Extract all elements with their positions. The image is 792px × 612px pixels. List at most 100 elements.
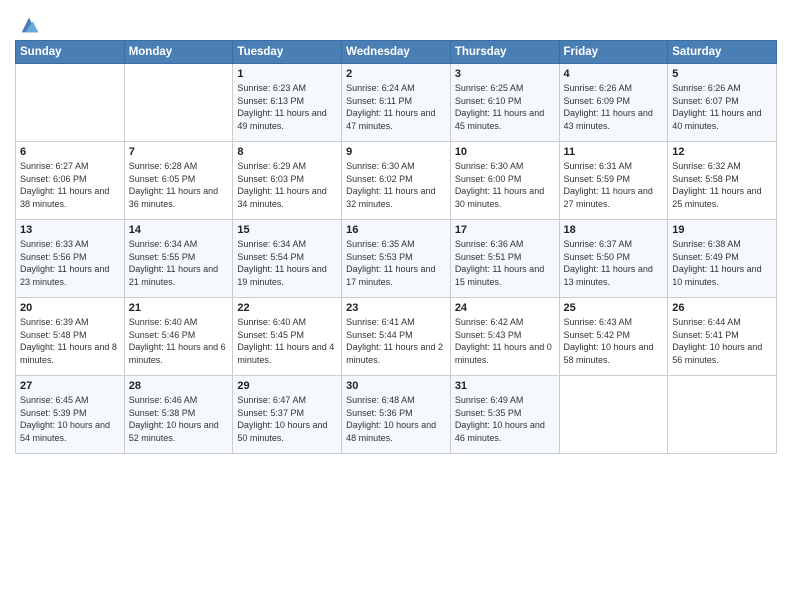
- day-info: Sunrise: 6:33 AMSunset: 5:56 PMDaylight:…: [20, 238, 120, 288]
- day-number: 17: [455, 224, 555, 236]
- day-number: 18: [564, 224, 664, 236]
- day-number: 29: [237, 380, 337, 392]
- header-tuesday: Tuesday: [233, 41, 342, 64]
- day-info: Sunrise: 6:31 AMSunset: 5:59 PMDaylight:…: [564, 160, 664, 210]
- day-number: 27: [20, 380, 120, 392]
- calendar-cell: 16 Sunrise: 6:35 AMSunset: 5:53 PMDayligh…: [342, 220, 451, 298]
- day-number: 1: [237, 68, 337, 80]
- header-wednesday: Wednesday: [342, 41, 451, 64]
- calendar-cell: [559, 376, 668, 454]
- day-info: Sunrise: 6:38 AMSunset: 5:49 PMDaylight:…: [672, 238, 772, 288]
- day-number: 13: [20, 224, 120, 236]
- logo-icon: [18, 14, 40, 36]
- day-info: Sunrise: 6:30 AMSunset: 6:00 PMDaylight:…: [455, 160, 555, 210]
- calendar-cell: 20 Sunrise: 6:39 AMSunset: 5:48 PMDayligh…: [16, 298, 125, 376]
- calendar-cell: 30 Sunrise: 6:48 AMSunset: 5:36 PMDayligh…: [342, 376, 451, 454]
- calendar-cell: 10 Sunrise: 6:30 AMSunset: 6:00 PMDayligh…: [450, 142, 559, 220]
- day-info: Sunrise: 6:49 AMSunset: 5:35 PMDaylight:…: [455, 394, 555, 444]
- day-info: Sunrise: 6:46 AMSunset: 5:38 PMDaylight:…: [129, 394, 229, 444]
- day-number: 10: [455, 146, 555, 158]
- calendar-cell: 1 Sunrise: 6:23 AMSunset: 6:13 PMDaylight…: [233, 64, 342, 142]
- day-info: Sunrise: 6:35 AMSunset: 5:53 PMDaylight:…: [346, 238, 446, 288]
- day-number: 23: [346, 302, 446, 314]
- calendar-cell: 9 Sunrise: 6:30 AMSunset: 6:02 PMDaylight…: [342, 142, 451, 220]
- day-number: 16: [346, 224, 446, 236]
- calendar-cell: 29 Sunrise: 6:47 AMSunset: 5:37 PMDayligh…: [233, 376, 342, 454]
- day-number: 3: [455, 68, 555, 80]
- calendar-cell: 8 Sunrise: 6:29 AMSunset: 6:03 PMDaylight…: [233, 142, 342, 220]
- calendar-cell: 11 Sunrise: 6:31 AMSunset: 5:59 PMDayligh…: [559, 142, 668, 220]
- day-number: 31: [455, 380, 555, 392]
- calendar-cell: 27 Sunrise: 6:45 AMSunset: 5:39 PMDayligh…: [16, 376, 125, 454]
- day-number: 4: [564, 68, 664, 80]
- day-number: 30: [346, 380, 446, 392]
- day-info: Sunrise: 6:43 AMSunset: 5:42 PMDaylight:…: [564, 316, 664, 366]
- calendar-cell: 18Sunrise: 6:37 AMSunset: 5:50 PMDayligh…: [559, 220, 668, 298]
- day-number: 12: [672, 146, 772, 158]
- day-info: Sunrise: 6:40 AMSunset: 5:45 PMDaylight:…: [237, 316, 337, 366]
- day-info: Sunrise: 6:47 AMSunset: 5:37 PMDaylight:…: [237, 394, 337, 444]
- week-row-4: 20 Sunrise: 6:39 AMSunset: 5:48 PMDayligh…: [16, 298, 777, 376]
- day-number: 11: [564, 146, 664, 158]
- week-row-3: 13 Sunrise: 6:33 AMSunset: 5:56 PMDayligh…: [16, 220, 777, 298]
- calendar-cell: 15 Sunrise: 6:34 AMSunset: 5:54 PMDayligh…: [233, 220, 342, 298]
- day-info: Sunrise: 6:44 AMSunset: 5:41 PMDaylight:…: [672, 316, 772, 366]
- day-info: Sunrise: 6:36 AMSunset: 5:51 PMDaylight:…: [455, 238, 555, 288]
- header-sunday: Sunday: [16, 41, 125, 64]
- day-number: 5: [672, 68, 772, 80]
- calendar-cell: 3 Sunrise: 6:25 AMSunset: 6:10 PMDaylight…: [450, 64, 559, 142]
- day-info: Sunrise: 6:23 AMSunset: 6:13 PMDaylight:…: [237, 82, 337, 132]
- calendar-cell: 23 Sunrise: 6:41 AMSunset: 5:44 PMDayligh…: [342, 298, 451, 376]
- calendar-cell: 25 Sunrise: 6:43 AMSunset: 5:42 PMDayligh…: [559, 298, 668, 376]
- day-info: Sunrise: 6:28 AMSunset: 6:05 PMDaylight:…: [129, 160, 229, 210]
- day-info: Sunrise: 6:27 AMSunset: 6:06 PMDaylight:…: [20, 160, 120, 210]
- day-number: 26: [672, 302, 772, 314]
- calendar-cell: 2 Sunrise: 6:24 AMSunset: 6:11 PMDaylight…: [342, 64, 451, 142]
- day-info: Sunrise: 6:45 AMSunset: 5:39 PMDaylight:…: [20, 394, 120, 444]
- day-number: 25: [564, 302, 664, 314]
- day-number: 21: [129, 302, 229, 314]
- calendar-cell: 22 Sunrise: 6:40 AMSunset: 5:45 PMDayligh…: [233, 298, 342, 376]
- calendar-cell: 28 Sunrise: 6:46 AMSunset: 5:38 PMDayligh…: [124, 376, 233, 454]
- day-info: Sunrise: 6:24 AMSunset: 6:11 PMDaylight:…: [346, 82, 446, 132]
- day-number: 2: [346, 68, 446, 80]
- day-number: 28: [129, 380, 229, 392]
- calendar-cell: 4 Sunrise: 6:26 AMSunset: 6:09 PMDaylight…: [559, 64, 668, 142]
- day-info: Sunrise: 6:34 AMSunset: 5:54 PMDaylight:…: [237, 238, 337, 288]
- day-number: 19: [672, 224, 772, 236]
- day-info: Sunrise: 6:29 AMSunset: 6:03 PMDaylight:…: [237, 160, 337, 210]
- day-number: 6: [20, 146, 120, 158]
- week-row-5: 27 Sunrise: 6:45 AMSunset: 5:39 PMDayligh…: [16, 376, 777, 454]
- day-number: 24: [455, 302, 555, 314]
- calendar-cell: [16, 64, 125, 142]
- header-monday: Monday: [124, 41, 233, 64]
- day-number: 7: [129, 146, 229, 158]
- day-number: 9: [346, 146, 446, 158]
- header-friday: Friday: [559, 41, 668, 64]
- day-info: Sunrise: 6:25 AMSunset: 6:10 PMDaylight:…: [455, 82, 555, 132]
- calendar-table: SundayMondayTuesdayWednesdayThursdayFrid…: [15, 40, 777, 454]
- calendar-cell: 12 Sunrise: 6:32 AMSunset: 5:58 PMDayligh…: [668, 142, 777, 220]
- calendar-cell: 13 Sunrise: 6:33 AMSunset: 5:56 PMDayligh…: [16, 220, 125, 298]
- day-info: Sunrise: 6:34 AMSunset: 5:55 PMDaylight:…: [129, 238, 229, 288]
- calendar-cell: 17 Sunrise: 6:36 AMSunset: 5:51 PMDayligh…: [450, 220, 559, 298]
- day-info: Sunrise: 6:48 AMSunset: 5:36 PMDaylight:…: [346, 394, 446, 444]
- header-saturday: Saturday: [668, 41, 777, 64]
- day-number: 15: [237, 224, 337, 236]
- day-info: Sunrise: 6:41 AMSunset: 5:44 PMDaylight:…: [346, 316, 446, 366]
- day-number: 20: [20, 302, 120, 314]
- logo: [15, 14, 40, 36]
- calendar-cell: 5Sunrise: 6:26 AMSunset: 6:07 PMDaylight…: [668, 64, 777, 142]
- day-number: 8: [237, 146, 337, 158]
- day-number: 22: [237, 302, 337, 314]
- day-info: Sunrise: 6:30 AMSunset: 6:02 PMDaylight:…: [346, 160, 446, 210]
- header-thursday: Thursday: [450, 41, 559, 64]
- calendar-cell: 6 Sunrise: 6:27 AMSunset: 6:06 PMDaylight…: [16, 142, 125, 220]
- calendar-cell: [124, 64, 233, 142]
- calendar-cell: 24Sunrise: 6:42 AMSunset: 5:43 PMDayligh…: [450, 298, 559, 376]
- day-info: Sunrise: 6:39 AMSunset: 5:48 PMDaylight:…: [20, 316, 120, 366]
- day-info: Sunrise: 6:32 AMSunset: 5:58 PMDaylight:…: [672, 160, 772, 210]
- day-number: 14: [129, 224, 229, 236]
- day-info: Sunrise: 6:26 AMSunset: 6:09 PMDaylight:…: [564, 82, 664, 132]
- day-info: Sunrise: 6:40 AMSunset: 5:46 PMDaylight:…: [129, 316, 229, 366]
